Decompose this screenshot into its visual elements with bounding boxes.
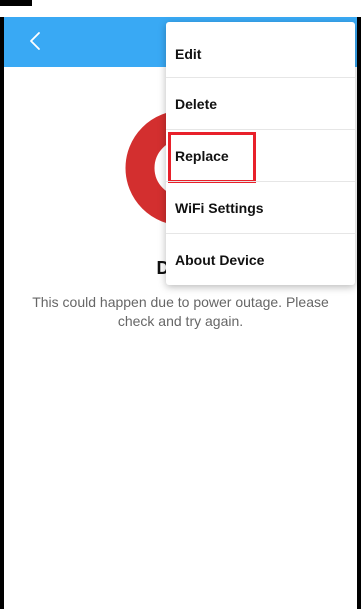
menu-item-replace[interactable]: Replace <box>166 129 355 183</box>
menu-item-label: WiFi Settings <box>175 199 264 216</box>
menu-item-delete[interactable]: Delete <box>166 77 355 129</box>
menu-item-wifi-settings[interactable]: WiFi Settings <box>166 181 355 233</box>
menu-item-label: About Device <box>175 251 265 268</box>
device-screen: Cen Devic This could happen due to power… <box>0 0 361 609</box>
menu-item-about-device[interactable]: About Device <box>166 233 355 285</box>
phone-frame-right <box>357 17 361 609</box>
status-strip <box>0 0 361 17</box>
menu-item-label: Delete <box>175 95 218 112</box>
menu-item-label: Edit <box>175 45 202 62</box>
menu-item-label: Replace <box>175 147 229 164</box>
device-options-menu: Edit Delete Replace WiFi Settings About … <box>166 22 355 285</box>
device-status-message: This could happen due to power outage. P… <box>32 294 329 329</box>
menu-item-edit[interactable]: Edit <box>166 22 355 77</box>
status-mark <box>0 0 32 6</box>
